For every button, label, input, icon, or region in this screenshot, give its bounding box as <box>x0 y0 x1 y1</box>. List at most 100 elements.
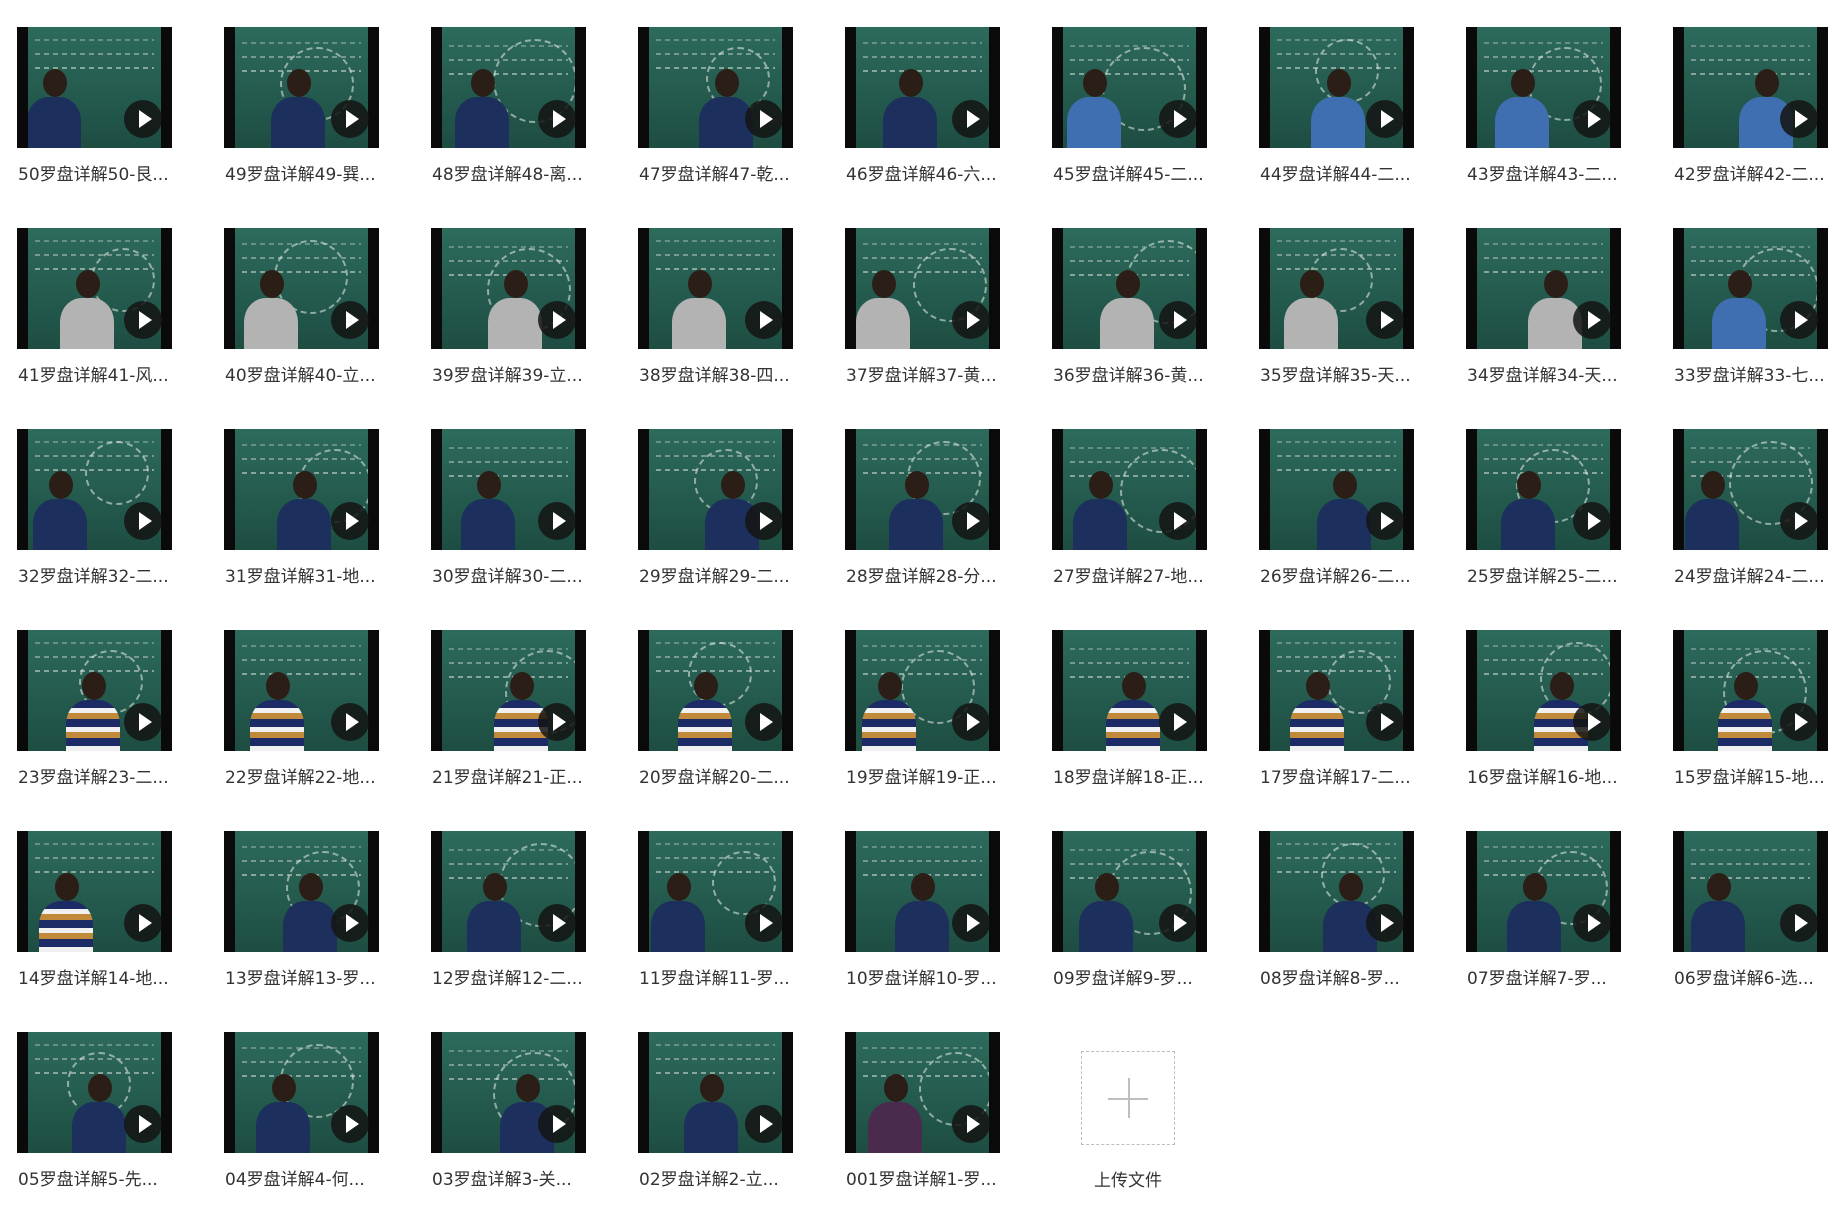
file-name[interactable]: 24罗盘详解24-二... <box>1674 562 1834 587</box>
video-thumbnail[interactable] <box>224 27 379 148</box>
video-thumbnail[interactable] <box>17 630 172 751</box>
file-name[interactable]: 40罗盘详解40-立... <box>225 361 385 386</box>
file-name[interactable]: 28罗盘详解28-分... <box>846 562 1006 587</box>
video-thumbnail[interactable] <box>224 429 379 550</box>
play-icon[interactable] <box>952 100 990 138</box>
file-name[interactable]: 37罗盘详解37-黄... <box>846 361 1006 386</box>
video-file-item[interactable]: 47罗盘详解47-乾... <box>621 0 797 188</box>
file-name[interactable]: 43罗盘详解43-二... <box>1467 160 1627 185</box>
play-icon[interactable] <box>124 301 162 339</box>
play-icon[interactable] <box>124 100 162 138</box>
file-name[interactable]: 04罗盘详解4-何... <box>225 1165 385 1190</box>
video-thumbnail[interactable] <box>431 228 586 349</box>
video-thumbnail[interactable] <box>638 27 793 148</box>
video-file-item[interactable]: 07罗盘详解7-罗... <box>1449 804 1625 992</box>
video-file-item[interactable]: 19罗盘详解19-正... <box>828 603 1004 791</box>
play-icon[interactable] <box>124 1105 162 1143</box>
video-thumbnail[interactable] <box>1259 27 1414 148</box>
video-file-item[interactable]: 16罗盘详解16-地... <box>1449 603 1625 791</box>
play-icon[interactable] <box>952 904 990 942</box>
video-thumbnail[interactable] <box>431 1032 586 1153</box>
video-thumbnail[interactable] <box>1466 831 1621 952</box>
video-file-item[interactable]: 46罗盘详解46-六... <box>828 0 1004 188</box>
video-file-item[interactable]: 37罗盘详解37-黄... <box>828 201 1004 389</box>
file-name[interactable]: 14罗盘详解14-地... <box>18 964 178 989</box>
video-thumbnail[interactable] <box>845 831 1000 952</box>
file-name[interactable]: 30罗盘详解30-二... <box>432 562 592 587</box>
video-file-item[interactable]: 18罗盘详解18-正... <box>1035 603 1211 791</box>
video-thumbnail[interactable] <box>845 630 1000 751</box>
file-name[interactable]: 32罗盘详解32-二... <box>18 562 178 587</box>
video-thumbnail[interactable] <box>1466 27 1621 148</box>
video-file-item[interactable]: 29罗盘详解29-二... <box>621 402 797 590</box>
video-thumbnail[interactable] <box>17 1032 172 1153</box>
play-icon[interactable] <box>331 301 369 339</box>
play-icon[interactable] <box>745 502 783 540</box>
file-name[interactable]: 17罗盘详解17-二... <box>1260 763 1420 788</box>
file-name[interactable]: 07罗盘详解7-罗... <box>1467 964 1627 989</box>
video-file-item[interactable]: 24罗盘详解24-二... <box>1656 402 1832 590</box>
file-name[interactable]: 15罗盘详解15-地... <box>1674 763 1834 788</box>
file-name[interactable]: 26罗盘详解26-二... <box>1260 562 1420 587</box>
play-icon[interactable] <box>745 904 783 942</box>
play-icon[interactable] <box>745 703 783 741</box>
video-thumbnail[interactable] <box>431 27 586 148</box>
video-thumbnail[interactable] <box>638 831 793 952</box>
video-file-item[interactable]: 001罗盘详解1-罗... <box>828 1005 1004 1193</box>
play-icon[interactable] <box>1780 301 1818 339</box>
video-file-item[interactable]: 25罗盘详解25-二... <box>1449 402 1625 590</box>
video-file-item[interactable]: 12罗盘详解12-二... <box>414 804 590 992</box>
video-file-item[interactable]: 34罗盘详解34-天... <box>1449 201 1625 389</box>
video-thumbnail[interactable] <box>1052 27 1207 148</box>
video-thumbnail[interactable] <box>1673 228 1828 349</box>
video-thumbnail[interactable] <box>1052 429 1207 550</box>
video-file-item[interactable]: 14罗盘详解14-地... <box>0 804 176 992</box>
file-name[interactable]: 29罗盘详解29-二... <box>639 562 799 587</box>
file-name[interactable]: 45罗盘详解45-二... <box>1053 160 1213 185</box>
play-icon[interactable] <box>124 904 162 942</box>
play-icon[interactable] <box>1159 301 1197 339</box>
file-name[interactable]: 08罗盘详解8-罗... <box>1260 964 1420 989</box>
video-file-item[interactable]: 02罗盘详解2-立... <box>621 1005 797 1193</box>
play-icon[interactable] <box>1780 100 1818 138</box>
video-thumbnail[interactable] <box>1673 630 1828 751</box>
file-name[interactable]: 16罗盘详解16-地... <box>1467 763 1627 788</box>
play-icon[interactable] <box>952 703 990 741</box>
video-file-item[interactable]: 36罗盘详解36-黄... <box>1035 201 1211 389</box>
upload-file-button[interactable] <box>1081 1051 1175 1145</box>
video-file-item[interactable]: 23罗盘详解23-二... <box>0 603 176 791</box>
video-thumbnail[interactable] <box>224 831 379 952</box>
video-thumbnail[interactable] <box>1259 429 1414 550</box>
play-icon[interactable] <box>952 1105 990 1143</box>
video-thumbnail[interactable] <box>845 429 1000 550</box>
video-file-item[interactable]: 35罗盘详解35-天... <box>1242 201 1418 389</box>
file-name[interactable]: 09罗盘详解9-罗... <box>1053 964 1213 989</box>
video-file-item[interactable]: 43罗盘详解43-二... <box>1449 0 1625 188</box>
video-file-item[interactable]: 06罗盘详解6-选... <box>1656 804 1832 992</box>
file-name[interactable]: 38罗盘详解38-四... <box>639 361 799 386</box>
play-icon[interactable] <box>1573 502 1611 540</box>
file-name[interactable]: 001罗盘详解1-罗... <box>846 1165 1006 1190</box>
file-name[interactable]: 13罗盘详解13-罗... <box>225 964 385 989</box>
video-file-item[interactable]: 15罗盘详解15-地... <box>1656 603 1832 791</box>
play-icon[interactable] <box>1573 904 1611 942</box>
video-file-item[interactable]: 49罗盘详解49-巽... <box>207 0 383 188</box>
play-icon[interactable] <box>952 502 990 540</box>
file-name[interactable]: 21罗盘详解21-正... <box>432 763 592 788</box>
video-thumbnail[interactable] <box>1259 630 1414 751</box>
play-icon[interactable] <box>1573 100 1611 138</box>
play-icon[interactable] <box>538 703 576 741</box>
file-name[interactable]: 48罗盘详解48-离... <box>432 160 592 185</box>
file-name[interactable]: 36罗盘详解36-黄... <box>1053 361 1213 386</box>
play-icon[interactable] <box>1573 301 1611 339</box>
play-icon[interactable] <box>331 904 369 942</box>
play-icon[interactable] <box>1366 502 1404 540</box>
video-file-item[interactable]: 20罗盘详解20-二... <box>621 603 797 791</box>
video-thumbnail[interactable] <box>431 429 586 550</box>
video-file-item[interactable]: 38罗盘详解38-四... <box>621 201 797 389</box>
video-file-item[interactable]: 39罗盘详解39-立... <box>414 201 590 389</box>
video-thumbnail[interactable] <box>638 429 793 550</box>
video-file-item[interactable]: 13罗盘详解13-罗... <box>207 804 383 992</box>
play-icon[interactable] <box>1366 301 1404 339</box>
video-thumbnail[interactable] <box>1673 429 1828 550</box>
